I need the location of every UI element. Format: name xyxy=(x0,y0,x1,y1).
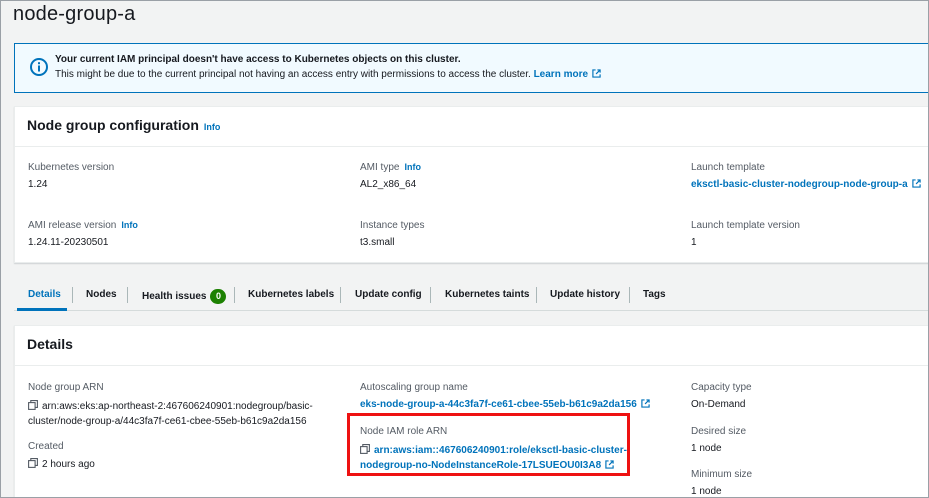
app-window: node-group-a Your current IAM principal … xyxy=(0,0,929,498)
info-alert: Your current IAM principal doesn't have … xyxy=(14,43,928,93)
created-value: 2 hours ago xyxy=(42,459,95,470)
learn-more-link[interactable]: Learn more xyxy=(534,69,601,80)
tab-details[interactable]: Details xyxy=(28,289,61,300)
field-label: Node group ARN xyxy=(28,382,104,393)
panel-title: Details xyxy=(27,336,73,352)
tab-nodes[interactable]: Nodes xyxy=(86,289,117,300)
field-value: 1 node xyxy=(691,443,722,454)
node-group-configuration-panel: Node group configuration Info Kubernetes … xyxy=(14,106,928,263)
field-label: AMI release version Info xyxy=(28,220,138,231)
copy-icon[interactable] xyxy=(28,458,38,468)
tab-bar: Details Nodes Health issues 0 Kubernetes … xyxy=(14,281,928,311)
node-group-arn-field: Node group ARN arn:aws:eks:ap-northeast-… xyxy=(28,382,328,429)
field-label: Desired size xyxy=(691,426,747,437)
field-value: t3.small xyxy=(360,237,395,248)
field-label: Created xyxy=(28,441,64,452)
external-link-icon xyxy=(592,69,601,78)
health-issues-count-badge: 0 xyxy=(210,289,227,304)
tab-divider xyxy=(340,287,341,303)
field-value: 1.24.11-20230501 xyxy=(28,237,109,248)
capacity-type-field: Capacity type On-Demand xyxy=(691,382,752,410)
kubernetes-version-field: Kubernetes version 1.24 xyxy=(28,162,114,190)
external-link-icon xyxy=(641,399,650,408)
tab-divider xyxy=(127,287,128,303)
node-group-arn-line-1: arn:aws:eks:ap-northeast-2:467606240901:… xyxy=(42,401,313,412)
tab-divider xyxy=(536,287,537,303)
field-label: Capacity type xyxy=(691,382,752,393)
tab-health-issues[interactable]: Health issues 0 xyxy=(142,289,227,304)
info-link[interactable]: Info xyxy=(404,162,421,172)
field-value: 1 node xyxy=(691,486,722,497)
tab-update-config[interactable]: Update config xyxy=(355,289,422,300)
field-label: Autoscaling group name xyxy=(360,382,468,393)
autoscaling-group-link[interactable]: eks-node-group-a-44c3fa7f-ce61-cbee-55eb… xyxy=(360,399,650,410)
field-label: Launch template xyxy=(691,162,765,173)
field-label: Kubernetes version xyxy=(28,162,115,173)
info-circle-icon xyxy=(30,58,48,81)
field-label: AMI type Info xyxy=(360,162,421,173)
tab-kubernetes-labels[interactable]: Kubernetes labels xyxy=(248,289,334,300)
field-label: Minimum size xyxy=(691,469,753,480)
node-group-arn-line-2: cluster/node-group-a/44c3fa7f-ce61-cbee-… xyxy=(28,416,307,427)
created-field: Created 2 hours ago xyxy=(28,441,95,470)
info-link[interactable]: Info xyxy=(204,122,221,132)
field-label: Instance types xyxy=(360,220,425,231)
panel-header: Node group configuration Info xyxy=(15,107,928,147)
copy-icon[interactable] xyxy=(28,400,38,410)
launch-template-version-field: Launch template version 1 xyxy=(691,220,800,248)
instance-types-field: Instance types t3.small xyxy=(360,220,424,248)
field-value: On-Demand xyxy=(691,399,746,410)
tab-divider xyxy=(72,287,73,303)
highlight-annotation-box xyxy=(347,413,630,476)
field-value: 1 xyxy=(691,237,697,248)
external-link-icon xyxy=(912,179,921,188)
field-value: 1.24 xyxy=(28,179,48,190)
active-tab-indicator xyxy=(17,308,67,311)
desired-size-field: Desired size 1 node xyxy=(691,426,746,454)
tab-label: Health issues xyxy=(142,291,207,302)
panel-title: Node group configuration xyxy=(27,117,199,133)
tab-divider xyxy=(430,287,431,303)
panel-header: Details xyxy=(15,326,928,366)
tab-kubernetes-taints[interactable]: Kubernetes taints xyxy=(445,289,529,300)
minimum-size-field: Minimum size 1 node xyxy=(691,469,752,497)
tab-update-history[interactable]: Update history xyxy=(550,289,620,300)
field-value: AL2_x86_64 xyxy=(360,179,417,190)
launch-template-field: Launch template eksctl-basic-cluster-nod… xyxy=(691,162,921,190)
tab-divider xyxy=(629,287,630,303)
field-label: Launch template version xyxy=(691,220,800,231)
learn-more-label: Learn more xyxy=(533,69,589,80)
alert-message: This might be due to the current princip… xyxy=(55,69,531,80)
launch-template-link[interactable]: eksctl-basic-cluster-nodegroup-node-grou… xyxy=(691,179,921,190)
tab-divider xyxy=(234,287,235,303)
ami-type-field: AMI type Info AL2_x86_64 xyxy=(360,162,421,190)
autoscaling-group-field: Autoscaling group name eks-node-group-a-… xyxy=(360,382,650,410)
alert-title: Your current IAM principal doesn't have … xyxy=(55,54,461,65)
info-link[interactable]: Info xyxy=(121,220,138,230)
tab-tags[interactable]: Tags xyxy=(643,289,666,300)
ami-release-version-field: AMI release version Info 1.24.11-20230501 xyxy=(28,220,138,248)
alert-body: This might be due to the current princip… xyxy=(55,69,601,80)
page-title: node-group-a xyxy=(13,3,136,25)
